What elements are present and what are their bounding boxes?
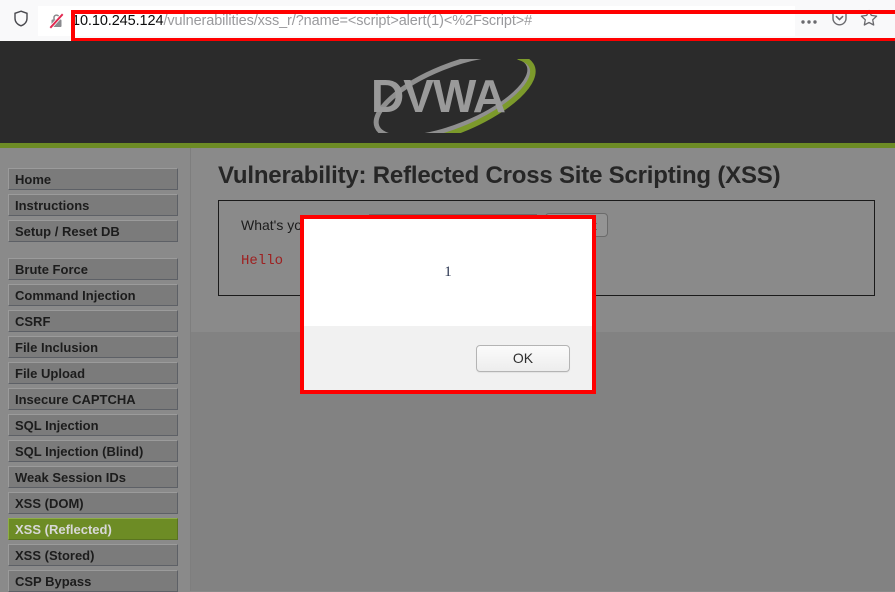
url-bar[interactable]: 10.10.245.124/vulnerabilities/xss_r/?nam… bbox=[38, 5, 795, 36]
page-actions-button[interactable] bbox=[795, 7, 823, 35]
sidebar-item-file-upload[interactable]: File Upload bbox=[8, 362, 178, 384]
browser-chrome: 10.10.245.124/vulnerabilities/xss_r/?nam… bbox=[0, 0, 895, 42]
javascript-alert-dialog: 1 OK bbox=[304, 219, 592, 390]
shield-icon bbox=[13, 9, 29, 32]
page-title: Vulnerability: Reflected Cross Site Scri… bbox=[218, 162, 781, 189]
url-text[interactable]: 10.10.245.124/vulnerabilities/xss_r/?nam… bbox=[72, 13, 532, 29]
pocket-save-button[interactable] bbox=[825, 7, 853, 35]
ellipsis-icon bbox=[800, 12, 818, 30]
broken-lock-icon[interactable] bbox=[46, 12, 66, 30]
sidebar-item-instructions[interactable]: Instructions bbox=[8, 194, 178, 216]
url-bar-container: 10.10.245.124/vulnerabilities/xss_r/?nam… bbox=[38, 5, 895, 42]
tracking-protection-button[interactable] bbox=[6, 7, 36, 35]
bookmark-button[interactable] bbox=[855, 7, 883, 35]
sidebar-item-sql-injection-blind[interactable]: SQL Injection (Blind) bbox=[8, 440, 178, 462]
url-path: /vulnerabilities/xss_r/?name=<script>ale… bbox=[163, 12, 533, 29]
sidebar-item-csp-bypass[interactable]: CSP Bypass bbox=[8, 570, 178, 592]
sidebar-navigation: Home Instructions Setup / Reset DB Brute Fo… bbox=[0, 148, 190, 592]
chrome-action-icons bbox=[795, 7, 887, 35]
alert-footer: OK bbox=[304, 326, 592, 390]
dvwa-logo: DVWA bbox=[0, 59, 895, 133]
alert-ok-button[interactable]: OK bbox=[476, 344, 570, 372]
sidebar-item-xss-dom[interactable]: XSS (DOM) bbox=[8, 492, 178, 514]
sidebar-divider bbox=[190, 148, 191, 591]
url-domain: 10.10.245.124 bbox=[72, 12, 164, 29]
sidebar-item-insecure-captcha[interactable]: Insecure CAPTCHA bbox=[8, 388, 178, 410]
sidebar-item-brute-force[interactable]: Brute Force bbox=[8, 258, 178, 280]
alert-message-text: 1 bbox=[444, 264, 452, 280]
star-icon bbox=[860, 9, 878, 32]
sidebar-item-weak-session-ids[interactable]: Weak Session IDs bbox=[8, 466, 178, 488]
sidebar-item-home[interactable]: Home bbox=[8, 168, 178, 190]
sidebar-item-xss-reflected[interactable]: XSS (Reflected) bbox=[8, 518, 178, 540]
dvwa-logo-svg: DVWA bbox=[371, 59, 536, 133]
sidebar-item-command-injection[interactable]: Command Injection bbox=[8, 284, 178, 306]
sidebar-item-xss-stored[interactable]: XSS (Stored) bbox=[8, 544, 178, 566]
alert-body: 1 bbox=[304, 219, 592, 326]
pocket-save-icon bbox=[831, 10, 848, 32]
sidebar-item-sql-injection[interactable]: SQL Injection bbox=[8, 414, 178, 436]
sidebar-item-setup-reset-db[interactable]: Setup / Reset DB bbox=[8, 220, 178, 242]
site-header: DVWA bbox=[0, 41, 895, 143]
sidebar-item-file-inclusion[interactable]: File Inclusion bbox=[8, 336, 178, 358]
svg-text:DVWA: DVWA bbox=[371, 70, 505, 122]
sidebar-item-csrf[interactable]: CSRF bbox=[8, 310, 178, 332]
